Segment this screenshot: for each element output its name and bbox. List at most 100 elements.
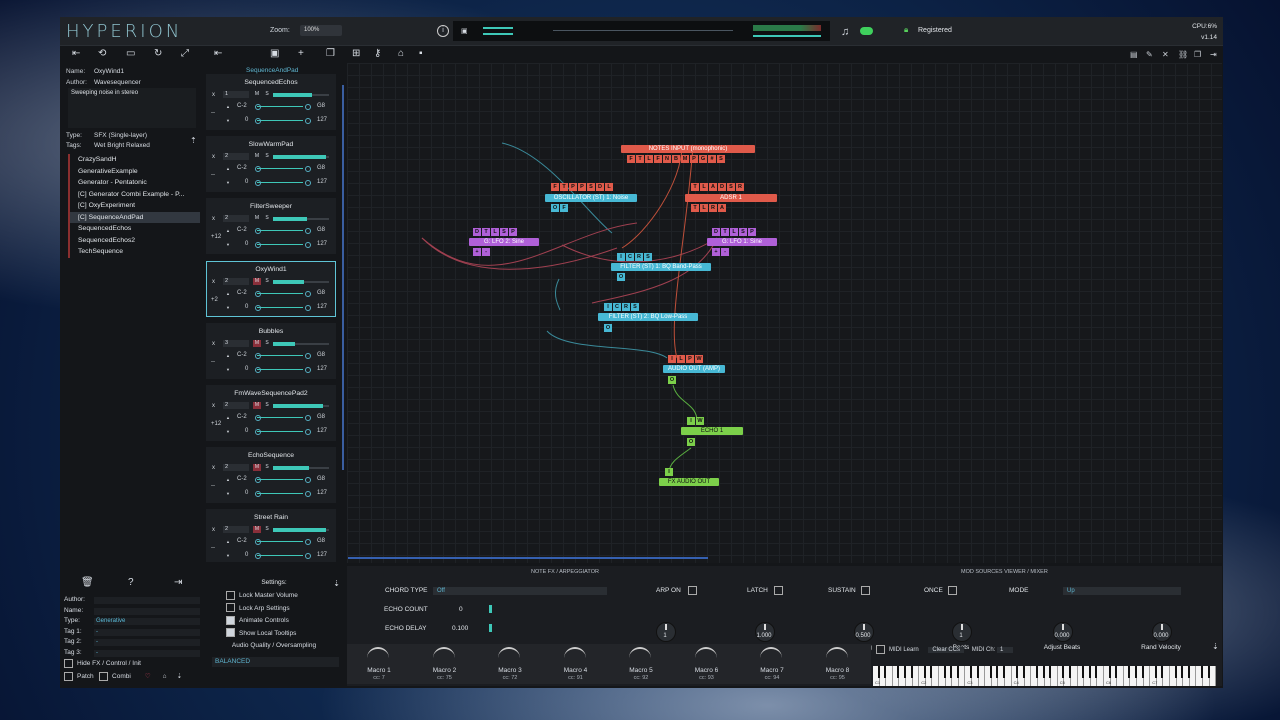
slot-range-handle[interactable]	[305, 539, 311, 546]
macro-dial[interactable]	[694, 647, 717, 661]
slot-up-arrow[interactable]: ▲	[226, 539, 230, 544]
node-pin[interactable]: T	[482, 228, 490, 236]
preset-item[interactable]: GenerativeExample	[68, 165, 200, 177]
white-key[interactable]	[1051, 666, 1058, 686]
slot-range-handle[interactable]	[305, 104, 311, 110]
layer-slot[interactable]: SequencedEchos x 1 M S -- ▲ ▼ C-2 G8 0 127	[206, 74, 336, 130]
slot-channel-select[interactable]: 2	[223, 277, 249, 285]
slot-volume-slider[interactable]	[273, 217, 329, 222]
white-key[interactable]	[1163, 666, 1170, 686]
node-notes-input[interactable]: NOTES INPUT (monophonic)	[621, 145, 755, 153]
heart-icon[interactable]: ♡	[145, 673, 151, 680]
node-pin[interactable]: P	[748, 228, 756, 236]
macro-knob[interactable]: Macro 7 cc: 94	[740, 644, 804, 684]
preset-item[interactable]: [C] SequenceAndPad	[68, 211, 200, 223]
macro-dial[interactable]	[760, 647, 782, 661]
node-pin[interactable]: F	[627, 155, 635, 163]
slot-range-handle[interactable]	[305, 290, 311, 297]
node-pin[interactable]: N	[663, 155, 671, 163]
slot-range-handle[interactable]	[255, 104, 261, 110]
node-graph-canvas[interactable]: NOTES INPUT (monophonic) F T L F N B M P G # S FTP…	[347, 63, 1222, 563]
macro-knob[interactable]: Macro 6 cc: 93	[675, 644, 739, 684]
quality-select[interactable]: BALANCED	[212, 657, 339, 667]
slot-channel-select[interactable]: 2	[223, 153, 249, 161]
settings-checkbox[interactable]	[226, 603, 235, 613]
layer-slot[interactable]: FmWaveSequencePad2 x 2 M S +12 ▲ ▼ C-2 G8 0 127	[206, 385, 336, 441]
slot-up-arrow[interactable]: ▲	[226, 415, 230, 420]
slot-down-arrow[interactable]: ▼	[226, 367, 230, 372]
white-key[interactable]	[1117, 666, 1124, 686]
node-adsr[interactable]: ADSR 1	[685, 194, 777, 202]
settings-checkbox[interactable]	[226, 590, 235, 600]
panel-splitter[interactable]	[348, 557, 708, 559]
latch-checkbox[interactable]	[774, 586, 783, 595]
echo-delay-slider[interactable]	[489, 624, 492, 632]
slot-key-range[interactable]	[257, 541, 303, 543]
edit-icon[interactable]: ✎	[1146, 50, 1153, 59]
settings-download-icon[interactable]: ⇣	[333, 579, 340, 588]
knob-gate[interactable]	[755, 622, 775, 642]
slot-key-range[interactable]	[257, 479, 303, 481]
node-pin[interactable]: I	[687, 417, 695, 425]
slot-up-arrow[interactable]: ▲	[226, 477, 230, 482]
slot-volume-slider[interactable]	[273, 279, 329, 284]
node-pin[interactable]: F	[654, 155, 662, 163]
settings-item[interactable]: Animate Controls	[208, 615, 340, 628]
node-pin[interactable]: T	[691, 204, 699, 212]
slot-up-arrow[interactable]: ▲	[226, 166, 230, 171]
macro-knob[interactable]: Macro 3 cc: 72	[478, 644, 542, 684]
node-pin[interactable]: C	[613, 303, 621, 311]
node-audio-out-amp[interactable]: AUDIO OUT (AMP)	[663, 365, 725, 373]
slot-down-arrow[interactable]: ▼	[226, 118, 230, 123]
layer-slot[interactable]: EchoSequence x 2 M S -- ▲ ▼ C-2 G8 0 127	[206, 447, 336, 504]
macro-knob[interactable]: Macro 4 cc: 91	[544, 644, 608, 684]
layer-slot[interactable]: OxyWind1 x 2 M S +2 ▲ ▼ C-2 G8 0 127	[206, 260, 336, 317]
node-pin[interactable]: O	[687, 438, 695, 446]
slot-down-arrow[interactable]: ▼	[226, 180, 230, 185]
help-icon[interactable]: ?	[128, 577, 134, 588]
knob-range[interactable]	[656, 622, 676, 642]
node-pin[interactable]: O	[668, 376, 676, 384]
slot-range-handle[interactable]	[305, 228, 311, 235]
preset-item[interactable]: CrazySandH	[68, 154, 200, 166]
expand-icon[interactable]: ⤢	[181, 48, 189, 60]
slot-range-handle[interactable]	[305, 242, 311, 249]
macro-knob[interactable]: Macro 2 cc: 75	[413, 644, 477, 684]
node-pin[interactable]: I	[617, 253, 625, 261]
slot-range-handle[interactable]	[305, 366, 311, 373]
tab-note-fx[interactable]: NOTE FX / ARPEGGIATOR	[531, 569, 599, 575]
slot-range-handle[interactable]	[305, 352, 311, 359]
chord-type-select[interactable]: Off	[433, 587, 607, 595]
preset-item[interactable]: TechSequence	[68, 246, 200, 258]
slot-up-arrow[interactable]: ▲	[226, 353, 230, 358]
slot-range-handle[interactable]	[255, 415, 261, 421]
slot-solo-button[interactable]: S	[263, 278, 271, 285]
node-pin[interactable]: -	[721, 248, 729, 256]
slot-channel-select[interactable]: 1	[223, 91, 249, 98]
white-key[interactable]	[1005, 666, 1012, 686]
tag2-select[interactable]: -	[94, 639, 200, 646]
tag3-select[interactable]: -	[94, 649, 200, 657]
slot-up-arrow[interactable]: ▲	[226, 104, 230, 109]
node-pin[interactable]: B	[672, 155, 680, 163]
white-key[interactable]	[1143, 666, 1151, 686]
knob-adjust-beats[interactable]	[1053, 622, 1073, 642]
white-key[interactable]	[1209, 666, 1217, 686]
node-pin[interactable]: I	[668, 355, 676, 363]
tag1-select[interactable]: -	[94, 628, 200, 636]
node-pin[interactable]: D	[473, 228, 481, 236]
slot-range-handle[interactable]	[255, 352, 261, 359]
preset-item[interactable]: Generator - Pentatonic	[68, 177, 200, 189]
slot-down-arrow[interactable]: ▼	[226, 553, 230, 558]
white-key[interactable]	[1189, 666, 1197, 686]
node-pin[interactable]: S	[644, 253, 652, 261]
slot-vel-range[interactable]	[257, 120, 303, 121]
node-pin[interactable]: S	[727, 183, 735, 191]
slot-vel-range[interactable]	[257, 368, 303, 370]
white-key[interactable]	[932, 666, 939, 686]
slot-vel-range[interactable]	[257, 493, 303, 495]
slot-solo-button[interactable]: S	[263, 402, 271, 409]
preset-item[interactable]: [C] Generator Combi Example - P...	[68, 188, 200, 200]
layer-slot[interactable]: Bubbles x 3 M S -- ▲ ▼ C-2 G8 0 127	[206, 322, 336, 379]
robot-icon[interactable]: ⌂	[398, 48, 404, 60]
